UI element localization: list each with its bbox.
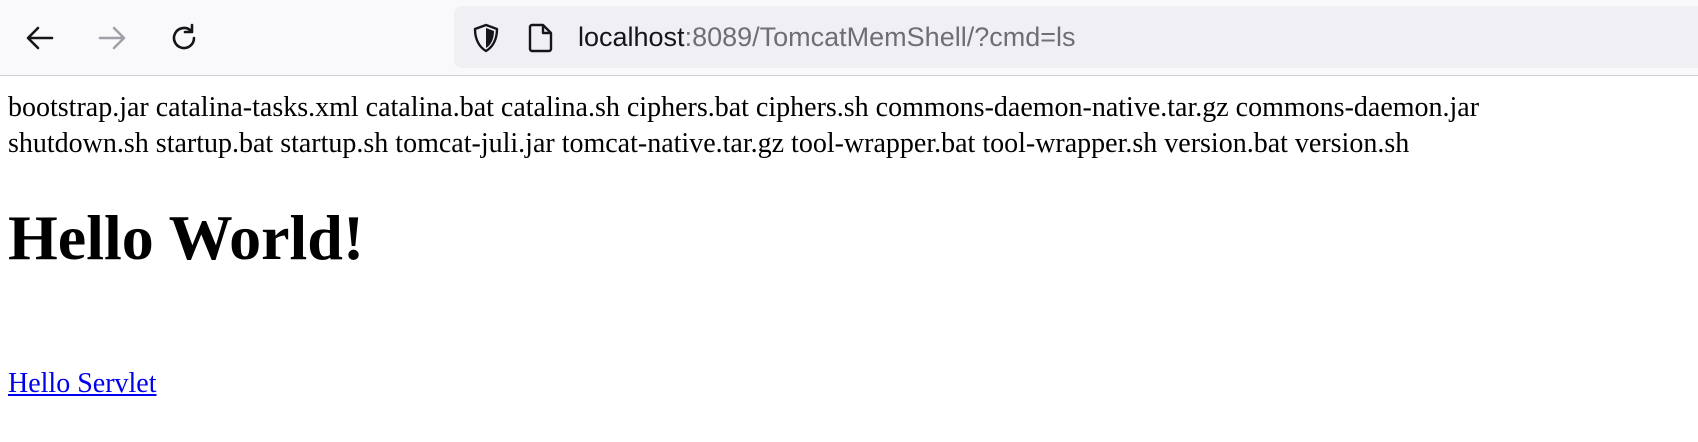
hello-servlet-link[interactable]: Hello Servlet [8, 366, 157, 402]
command-output-line: shutdown.sh startup.bat startup.sh tomca… [8, 128, 1410, 159]
url-path: :8089/TomcatMemShell/?cmd=ls [684, 22, 1076, 52]
command-output: bootstrap.jar catalina-tasks.xml catalin… [8, 90, 1698, 162]
back-button[interactable] [20, 18, 60, 58]
reload-icon [172, 23, 196, 50]
browser-toolbar: localhost:8089/TomcatMemShell/?cmd=ls [0, 0, 1698, 76]
page-icon[interactable] [526, 22, 556, 59]
shield-icon[interactable] [470, 22, 502, 59]
url-host: localhost [578, 22, 685, 52]
command-output-line: bootstrap.jar catalina-tasks.xml catalin… [8, 92, 1480, 123]
reload-button[interactable] [164, 18, 204, 58]
arrow-left-icon [26, 26, 54, 50]
url-text[interactable]: localhost:8089/TomcatMemShell/?cmd=ls [578, 19, 1076, 55]
arrow-right-icon [98, 26, 126, 50]
address-bar[interactable]: localhost:8089/TomcatMemShell/?cmd=ls [454, 6, 1698, 68]
page-heading: Hello World! [8, 202, 365, 273]
forward-button[interactable] [92, 18, 132, 58]
